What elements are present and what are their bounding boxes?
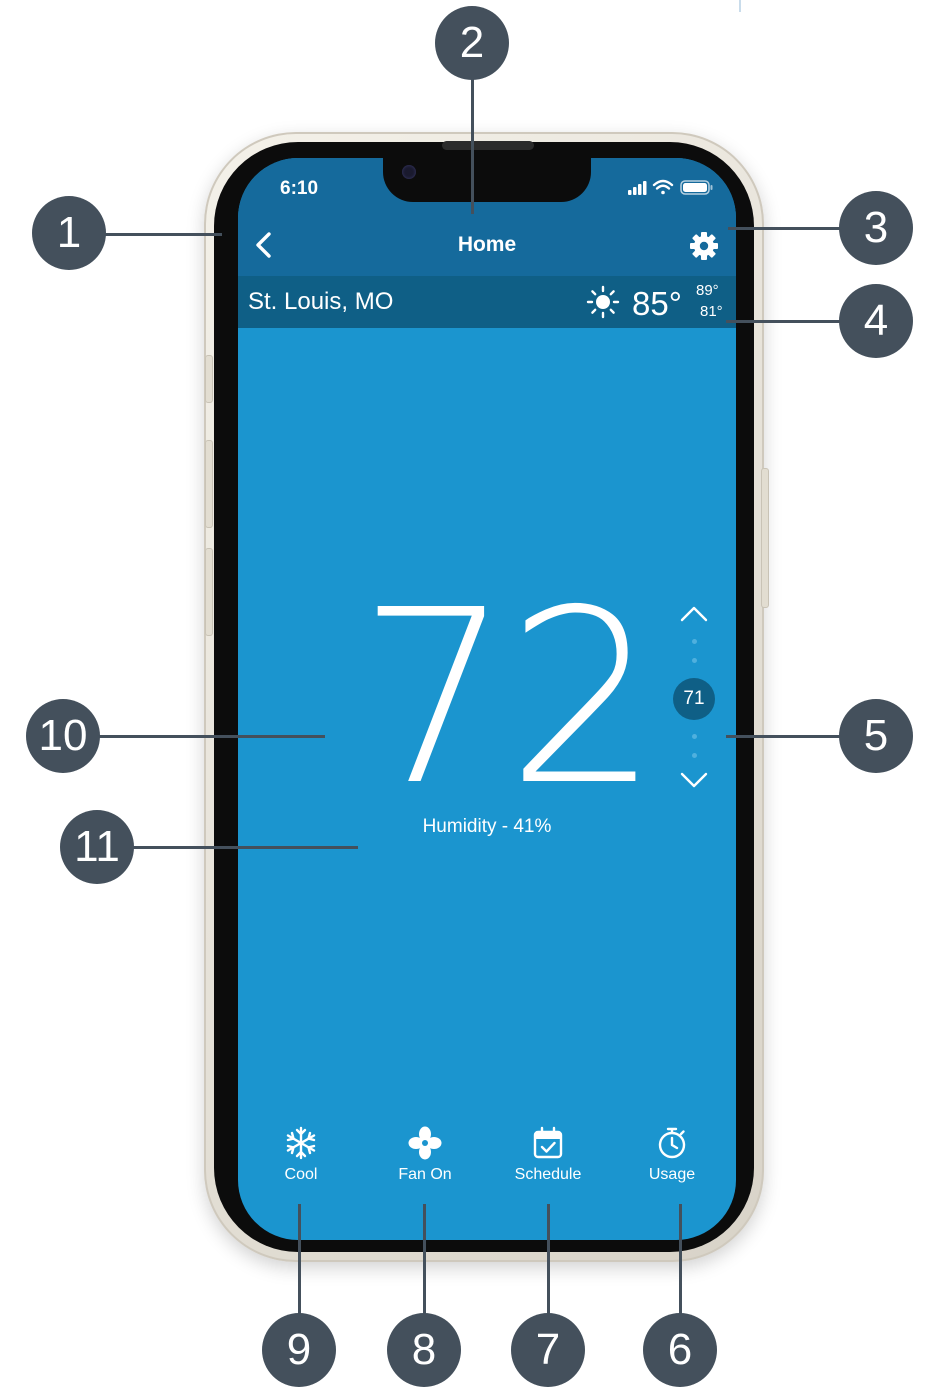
mute-switch — [205, 355, 213, 403]
nav-cool[interactable]: Cool — [246, 1126, 356, 1184]
current-temperature: 72 — [358, 558, 659, 838]
callout-1: 1 — [32, 196, 106, 270]
callout-line-3 — [728, 227, 840, 230]
callout-line-6 — [679, 1204, 682, 1326]
callout-line-2 — [471, 78, 474, 214]
weather-current-temp: 85° — [632, 285, 682, 322]
nav-usage-label: Usage — [648, 1166, 696, 1183]
front-camera — [402, 165, 416, 179]
callout-11: 11 — [60, 810, 134, 884]
callout-line-10 — [98, 735, 325, 738]
signal-icon — [628, 181, 647, 195]
fan-icon — [408, 1126, 442, 1160]
setpoint-dot — [692, 753, 697, 758]
status-icons — [628, 178, 718, 198]
humidity-reading: Humidity - 41% — [422, 816, 552, 837]
weather-city: St. Louis, MO — [248, 288, 394, 315]
weather-bar: St. Louis, MO 85° 89° 81° — [238, 276, 736, 328]
edge-mark — [739, 0, 741, 12]
wifi-icon — [652, 179, 674, 195]
gear-icon — [690, 232, 718, 260]
setpoint-dot — [692, 639, 697, 644]
nav-schedule[interactable]: Schedule — [493, 1126, 603, 1184]
sun-icon — [586, 285, 620, 324]
setpoint-value[interactable]: 71 — [673, 678, 715, 720]
callout-line-1 — [100, 233, 222, 236]
callout-line-4 — [726, 320, 840, 323]
weather-low: 81° — [700, 303, 723, 320]
snowflake-icon — [286, 1126, 316, 1160]
nav-fan-on-label: Fan On — [398, 1166, 452, 1183]
callout-5: 5 — [839, 699, 913, 773]
callout-line-8 — [423, 1204, 426, 1326]
settings-button[interactable] — [688, 230, 720, 262]
callout-line-11 — [130, 846, 358, 849]
app-screen: 6:10 Home St. Louis, MO 85° 89° 81° 72 H… — [238, 158, 736, 1240]
callout-3: 3 — [839, 191, 913, 265]
nav-fan-on[interactable]: Fan On — [370, 1126, 480, 1184]
nav-schedule-label: Schedule — [514, 1166, 582, 1183]
callout-10: 10 — [26, 699, 100, 773]
nav-usage[interactable]: Usage — [617, 1126, 727, 1184]
power-button — [761, 468, 769, 608]
chevron-down-icon — [680, 772, 708, 788]
setpoint-up-button[interactable] — [679, 602, 709, 626]
calendar-check-icon — [533, 1126, 563, 1159]
callout-line-9 — [298, 1204, 301, 1326]
callout-2: 2 — [435, 6, 509, 80]
setpoint-down-button[interactable] — [679, 768, 709, 792]
volume-up-button — [205, 440, 213, 528]
callout-line-5 — [726, 735, 840, 738]
callout-7: 7 — [511, 1313, 585, 1387]
setpoint-dot — [692, 658, 697, 663]
chevron-up-icon — [680, 606, 708, 622]
battery-icon — [680, 180, 713, 195]
callout-4: 4 — [839, 284, 913, 358]
callout-6: 6 — [643, 1313, 717, 1387]
nav-cool-label: Cool — [284, 1166, 318, 1183]
setpoint-dot — [692, 734, 697, 739]
phone-speaker — [442, 141, 534, 150]
volume-down-button — [205, 548, 213, 636]
callout-9: 9 — [262, 1313, 336, 1387]
page-title: Home — [457, 233, 517, 256]
stopwatch-icon — [658, 1127, 686, 1159]
status-time: 6:10 — [280, 178, 319, 199]
bottom-nav: Cool Fan On Schedule Usage — [238, 1126, 736, 1196]
weather-high: 89° — [696, 282, 719, 299]
callout-8: 8 — [387, 1313, 461, 1387]
callout-line-7 — [547, 1204, 550, 1326]
